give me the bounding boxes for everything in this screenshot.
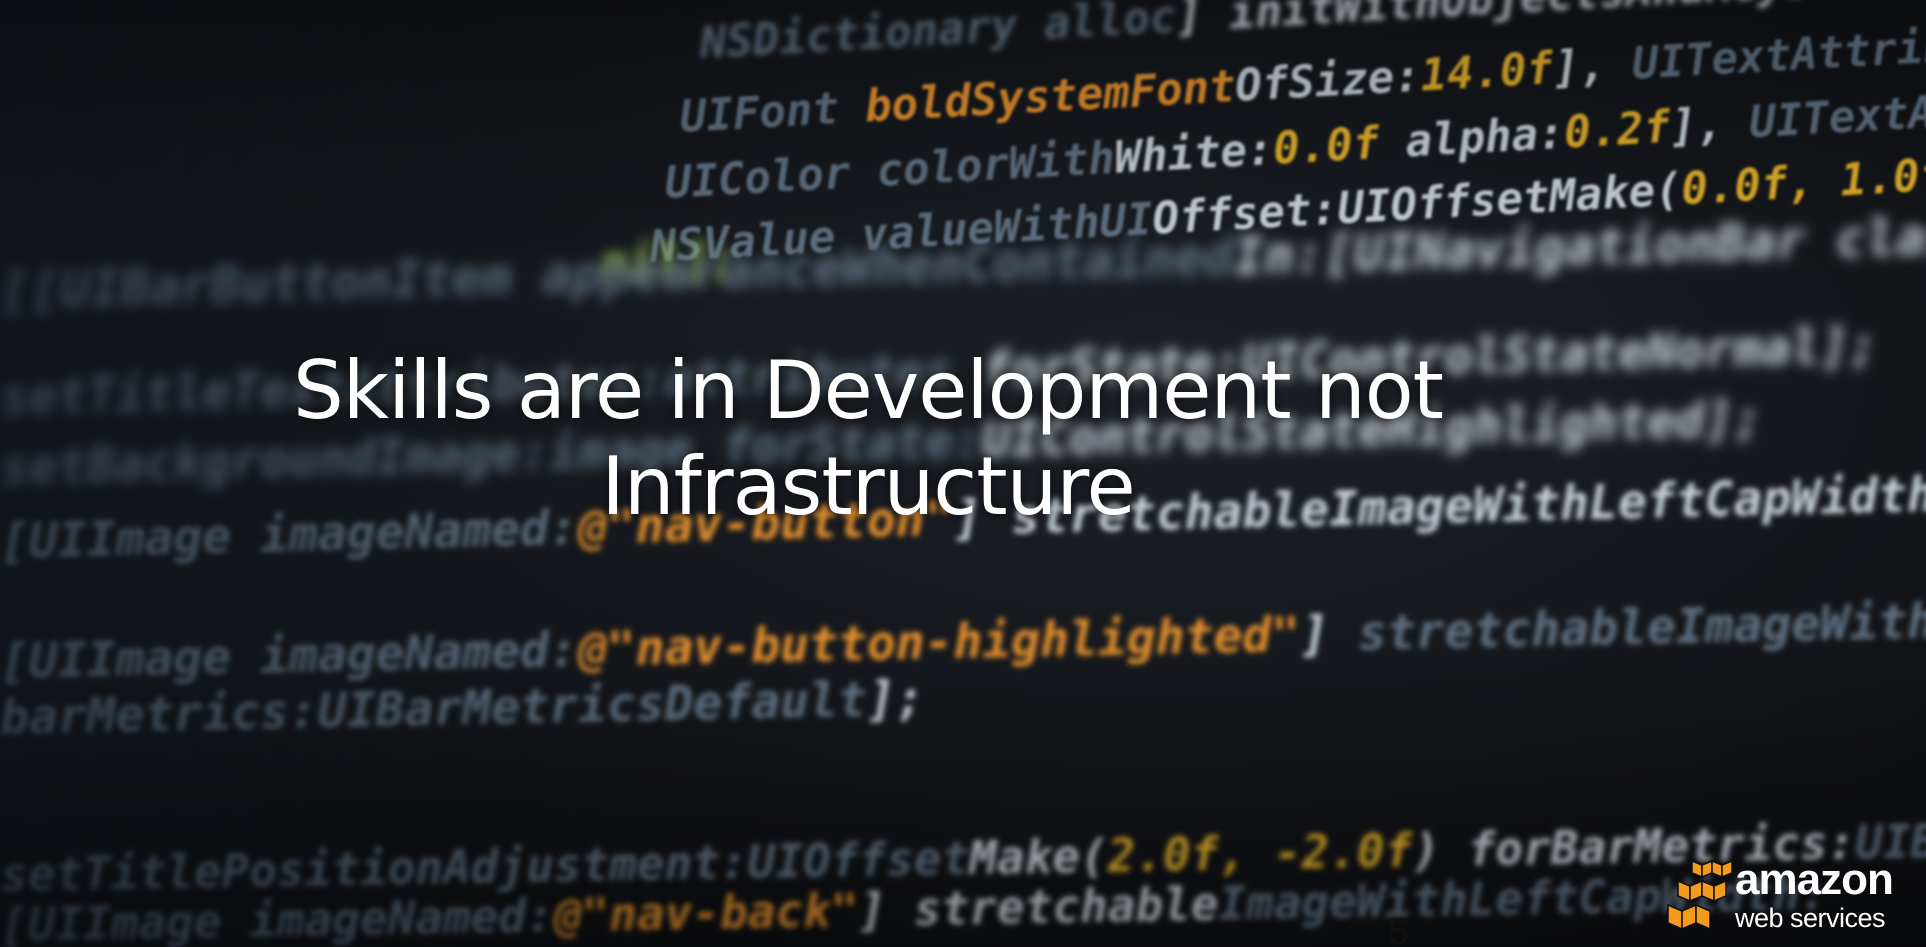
aws-logo: amazon web services [1662,855,1894,940]
aws-subtitle: web services [1735,903,1886,933]
slide-title-line-1: Skills are in Development not [292,344,1444,437]
aws-cubes-icon [1667,859,1733,931]
slide-title: Skills are in Development not Infrastruc… [0,343,1926,535]
aws-wordmark: amazon [1735,855,1894,904]
page-number: 5 [1388,911,1410,947]
slide-title-line-2: Infrastructure [601,440,1135,533]
presentation-slide: NSDictionary alloc] initWithObjectsAndKe… [0,0,1926,947]
